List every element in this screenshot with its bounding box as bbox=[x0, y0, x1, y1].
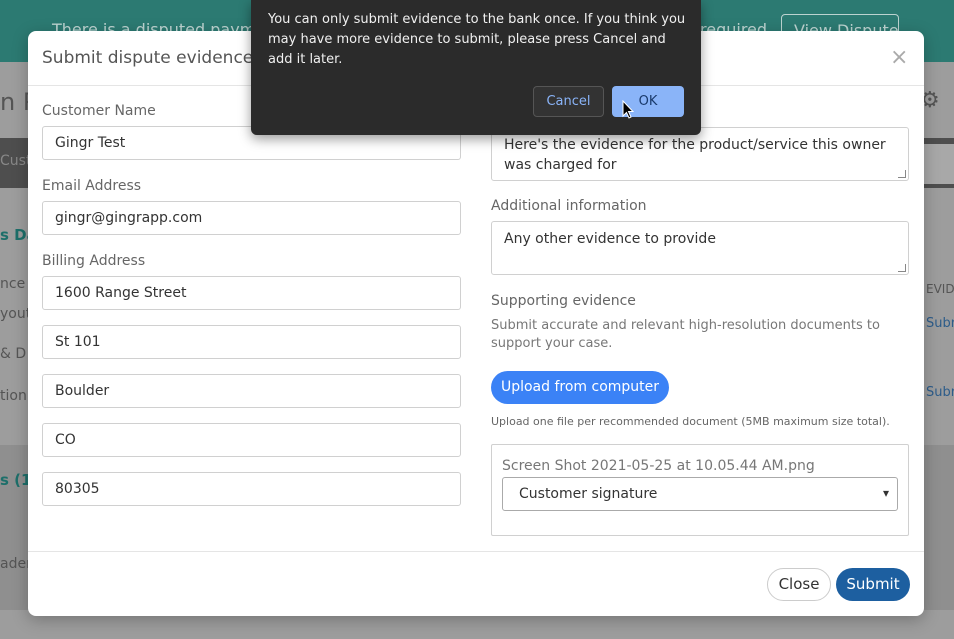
billing-state-input[interactable]: CO bbox=[42, 423, 461, 457]
billing-zip-input[interactable]: 80305 bbox=[42, 472, 461, 506]
billing-line2-input[interactable]: St 101 bbox=[42, 325, 461, 359]
customer-name-label: Customer Name bbox=[42, 103, 156, 119]
confirm-message: You can only submit evidence to the bank… bbox=[268, 12, 686, 67]
uploaded-file-name: Screen Shot 2021-05-25 at 10.05.44 AM.pn… bbox=[502, 458, 815, 474]
tab-bar-right bbox=[924, 144, 954, 184]
additional-info-label: Additional information bbox=[491, 198, 647, 214]
email-label: Email Address bbox=[42, 178, 142, 194]
billing-address-label: Billing Address bbox=[42, 253, 146, 269]
supporting-evidence-label: Supporting evidence bbox=[491, 293, 636, 309]
modal-footer-divider bbox=[28, 551, 924, 552]
mouse-cursor-icon bbox=[622, 100, 635, 119]
bg-right-link[interactable]: Subr bbox=[926, 385, 954, 400]
resize-grip-icon[interactable] bbox=[898, 264, 906, 272]
supporting-evidence-help: Submit accurate and relevant high-resolu… bbox=[491, 318, 880, 351]
additional-info-textarea[interactable]: Any other evidence to provide bbox=[491, 221, 909, 275]
bg-right-header: EVID bbox=[926, 282, 954, 296]
billing-line1-input[interactable]: 1600 Range Street bbox=[42, 276, 461, 310]
upload-from-computer-button[interactable]: Upload from computer bbox=[491, 371, 669, 404]
tab-customer[interactable]: Cust bbox=[0, 153, 31, 169]
document-type-value: Customer signature bbox=[519, 486, 658, 502]
bg-left-label: nce bbox=[0, 276, 26, 292]
bg-left-label: yout bbox=[0, 306, 32, 322]
document-type-select[interactable]: Customer signature ▾ bbox=[502, 477, 898, 511]
submit-button[interactable]: Submit bbox=[836, 568, 910, 601]
modal-title: Submit dispute evidence bbox=[42, 48, 254, 68]
bg-left-label: & D bbox=[0, 346, 27, 362]
resize-grip-icon[interactable] bbox=[898, 170, 906, 178]
close-button[interactable]: Close bbox=[767, 568, 831, 601]
additional-info-value: Any other evidence to provide bbox=[504, 231, 716, 247]
bg-right-link[interactable]: Subr bbox=[926, 316, 954, 331]
uploaded-file-box: Screen Shot 2021-05-25 at 10.05.44 AM.pn… bbox=[491, 444, 909, 536]
confirm-cancel-button[interactable]: Cancel bbox=[533, 86, 604, 117]
email-input[interactable]: gingr@gingrapp.com bbox=[42, 201, 461, 235]
product-description-value: Here's the evidence for the product/serv… bbox=[504, 137, 886, 173]
bg-left-label: tion bbox=[0, 388, 27, 404]
upload-help-text: Upload one file per recommended document… bbox=[491, 415, 890, 428]
billing-city-input[interactable]: Boulder bbox=[42, 374, 461, 408]
close-icon[interactable]: × bbox=[890, 45, 908, 70]
product-description-textarea[interactable]: Here's the evidence for the product/serv… bbox=[491, 127, 909, 181]
chevron-down-icon: ▾ bbox=[882, 486, 889, 500]
